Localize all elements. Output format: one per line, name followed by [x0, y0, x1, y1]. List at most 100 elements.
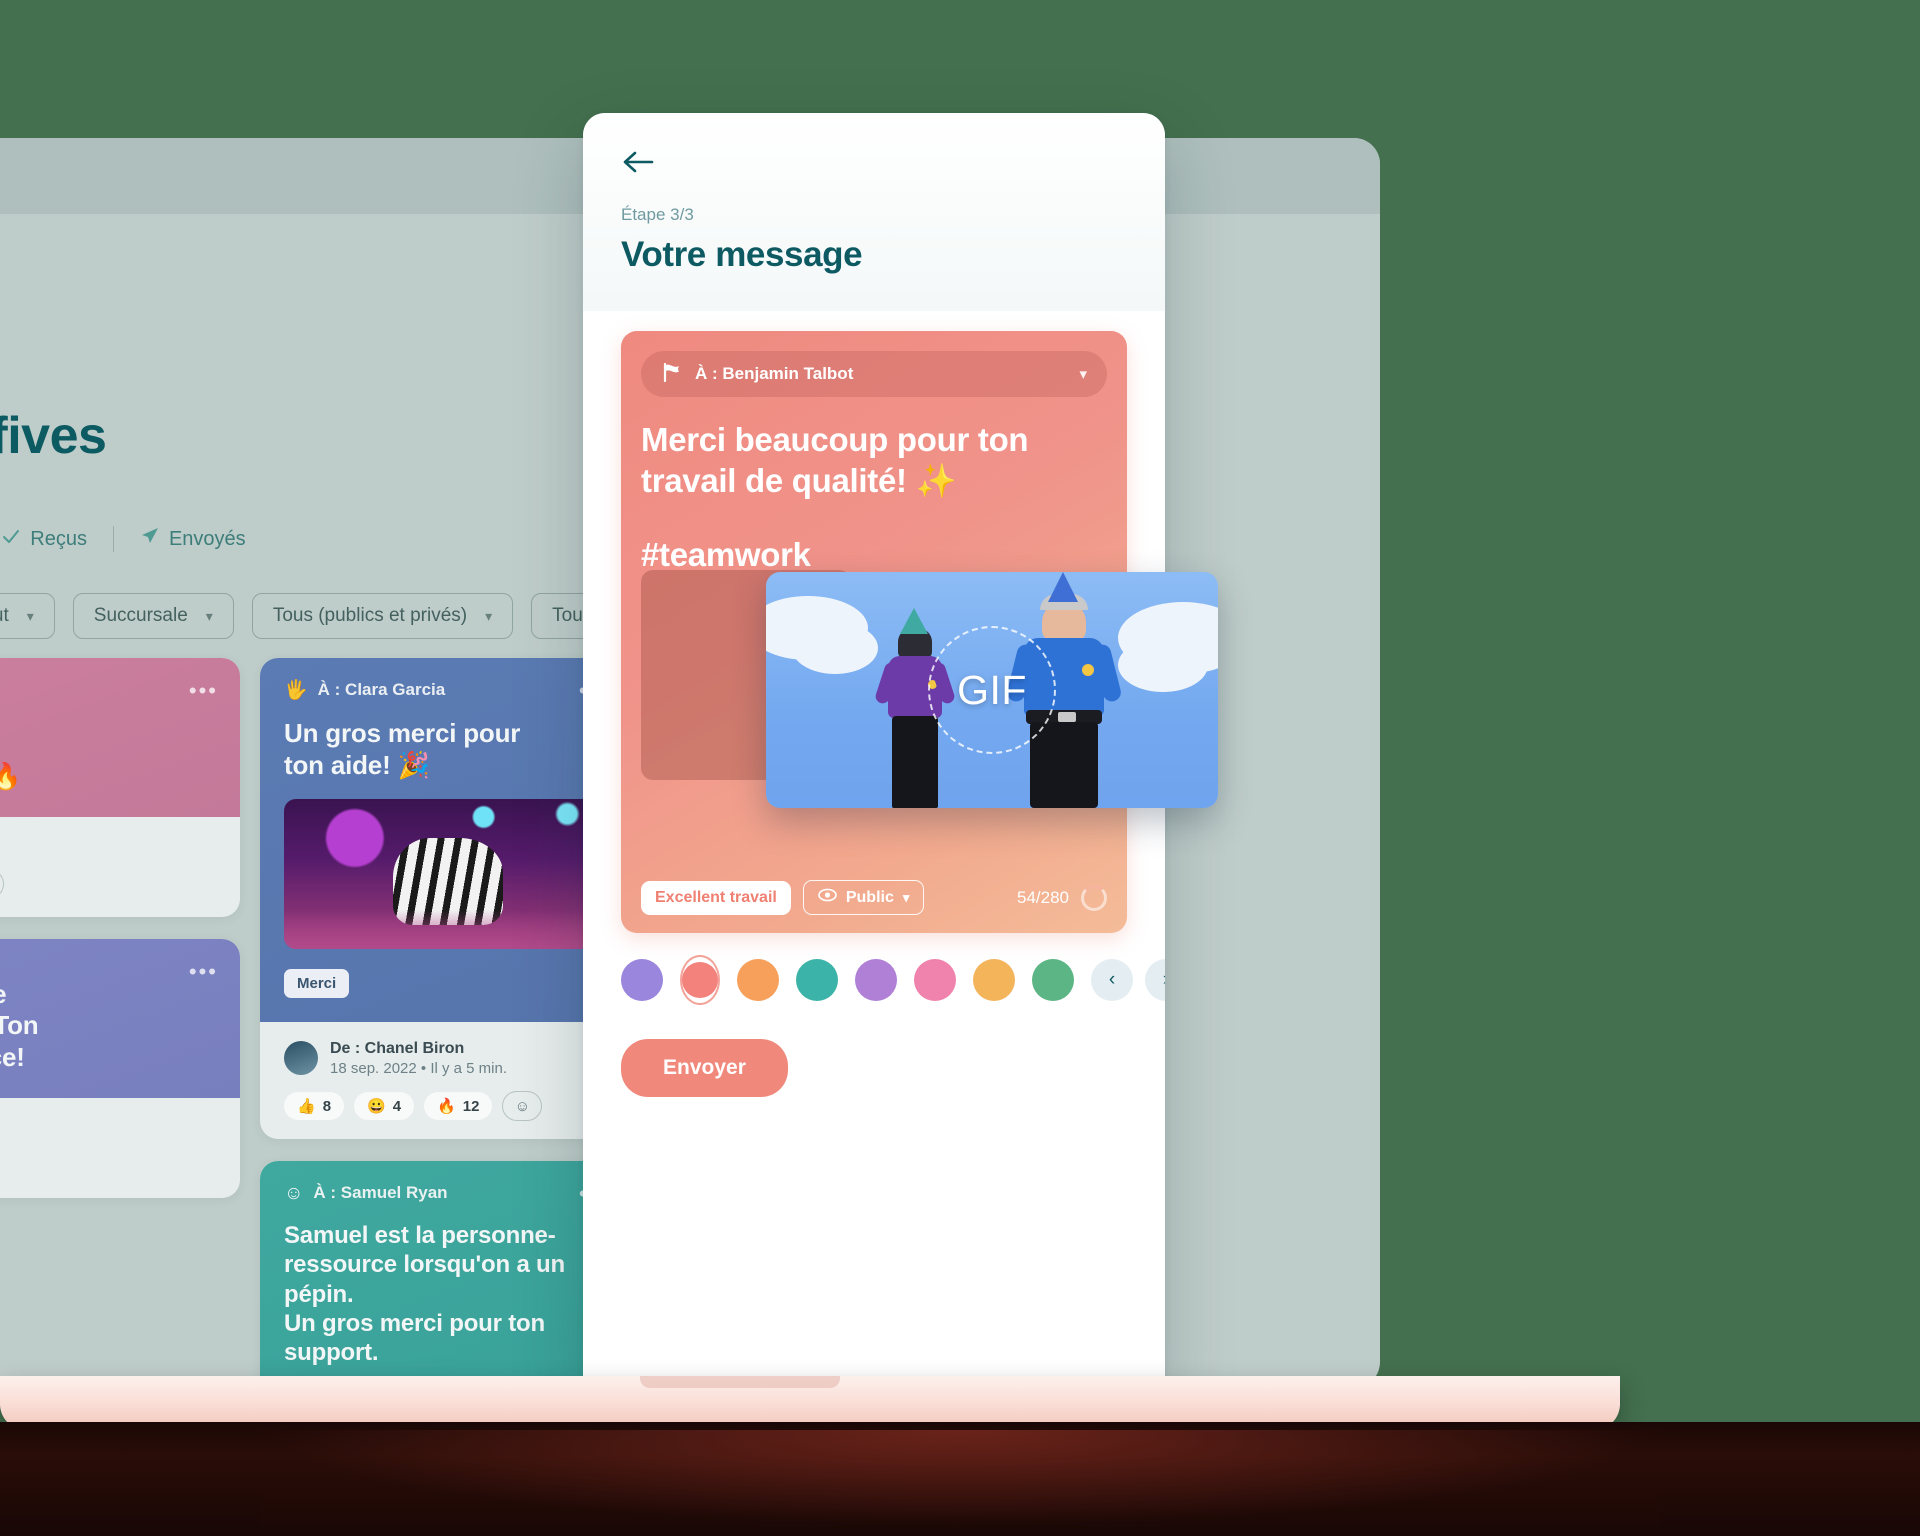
arrow-left-icon[interactable] [621, 145, 655, 179]
reaction-emoji: 👍 [297, 1098, 316, 1116]
list-item[interactable]: ••• service n mois efforts! 🔥 in. • modi… [0, 658, 240, 917]
add-reaction-button[interactable]: ☺ [502, 1091, 543, 1122]
card-message: Un gros merci pour ton aide! 🎉 [284, 718, 521, 780]
status-badge[interactable]: Excellent travail [641, 880, 791, 915]
add-reaction-button[interactable]: ☺ [0, 868, 5, 899]
filter-date-range-label: puis le début [0, 605, 9, 626]
tab-recus[interactable]: Reçus [0, 526, 113, 552]
chevron-left-icon[interactable]: ‹ [1091, 959, 1133, 1001]
more-options-icon[interactable]: ••• [189, 959, 218, 985]
compose-message-text[interactable]: Merci beaucoup pour ton travail de quali… [641, 419, 1107, 502]
color-swatch-row: ‹ › [621, 955, 1165, 1005]
card-author: in. • modifié [0, 833, 216, 855]
list-item[interactable]: ••• se rapide dernier. Ton différence! i… [0, 938, 240, 1198]
card-badge: Merci [284, 969, 350, 999]
chevron-down-icon: ▾ [26, 607, 34, 624]
card-body: ••• 🖐 À : Clara Garcia Un gros merci pou… [260, 658, 630, 1023]
card-footer: De : Chanel Biron 18 sep. 2022 • Il y a … [260, 1022, 630, 1139]
avatar [284, 1040, 318, 1075]
tab-recus-label: Reçus [30, 527, 87, 550]
card-message: service n mois efforts! 🔥 [0, 761, 22, 792]
reaction-chip[interactable]: 😀 4 [354, 1092, 415, 1121]
reaction-emoji: 😀 [367, 1098, 386, 1116]
color-swatch-2[interactable] [737, 959, 779, 1001]
character-counter: 54/280 [1017, 884, 1107, 911]
filter-visibility-label: Tous (publics et privés) [272, 605, 468, 626]
list-item[interactable]: ••• ☺ À : Samuel Ryan Samuel est la pers… [260, 1161, 630, 1388]
page-title: igh fives [0, 407, 107, 465]
visibility-selector[interactable]: Public ▾ [802, 880, 925, 915]
step-indicator: Étape 3/3 [621, 205, 694, 224]
card-message: se rapide dernier. Ton différence! [0, 979, 39, 1073]
paper-plane-icon [140, 526, 160, 552]
compose-footer: Excellent travail Public ▾ 54/280 [641, 880, 1107, 915]
swatch-nav: ‹ › [1091, 959, 1165, 1001]
card-recipient: ☺ À : Samuel Ryan [284, 1183, 606, 1203]
color-swatch-5[interactable] [914, 959, 956, 1001]
gif-label: GIF [957, 666, 1027, 713]
reaction-count: 4 [392, 1097, 402, 1115]
chevron-down-icon: ▾ [902, 889, 910, 905]
card-body: ••• service n mois efforts! 🔥 [0, 658, 240, 818]
reaction-row: ☺ [0, 1150, 216, 1180]
card-recipient-label: À : Clara Garcia [317, 680, 446, 699]
desk-shadow [0, 1422, 1920, 1536]
reaction-count: 12 [462, 1097, 480, 1115]
color-swatch-4[interactable] [855, 959, 897, 1001]
card-author-date: 18 sep. 2022 • Il y a 5 min. [330, 1060, 508, 1078]
board-column: ••• service n mois efforts! 🔥 in. • modi… [0, 658, 240, 1388]
card-image [284, 799, 606, 950]
color-swatch-1-selected[interactable] [680, 955, 720, 1005]
tab-envoyes-label: Envoyés [168, 527, 246, 550]
smiley-icon: ☺ [284, 1182, 304, 1204]
card-author-name: De : Chanel Biron [330, 1040, 465, 1058]
raised-hand-icon: 🖐 [284, 679, 308, 701]
tab-envoyes[interactable]: Envoyés [114, 526, 272, 552]
screenshot-stage: igh fives ous Reçus Envoyés pu [0, 0, 1920, 1536]
modal-title: Votre message [621, 235, 863, 274]
more-options-icon[interactable]: ••• [189, 678, 218, 704]
reaction-row: 👍 8 😀 4 🔥 12 ☺ [284, 1091, 606, 1122]
recipient-label: À : Benjamin Talbot [695, 364, 854, 383]
filter-date-range[interactable]: puis le début ▾ [0, 593, 55, 639]
card-footer: in. ☺ [0, 1098, 240, 1198]
filter-visibility[interactable]: Tous (publics et privés) ▾ [251, 593, 514, 639]
color-swatch-7[interactable] [1032, 959, 1074, 1001]
reaction-count: 8 [322, 1097, 332, 1115]
recipient-selector[interactable]: À : Benjamin Talbot ▾ [641, 351, 1107, 397]
color-swatch-0[interactable] [621, 959, 663, 1001]
list-item[interactable]: ••• 🖐 À : Clara Garcia Un gros merci pou… [260, 658, 630, 1140]
card-recipient-label: À : Samuel Ryan [313, 1183, 448, 1203]
reaction-chip[interactable]: 👍 8 [284, 1092, 345, 1121]
card-body: ••• ☺ À : Samuel Ryan Samuel est la pers… [260, 1161, 630, 1388]
card-footer: in. • modifié 🔥 7 ☺ [0, 817, 240, 917]
card-message: Samuel est la personne- ressource lorsqu… [284, 1222, 565, 1367]
card-body: ••• se rapide dernier. Ton différence! [0, 938, 240, 1098]
send-button[interactable]: Envoyer [621, 1039, 788, 1097]
reaction-emoji: 🔥 [437, 1098, 456, 1116]
progress-ring-icon [1081, 884, 1107, 911]
chevron-down-icon: ▾ [485, 607, 493, 624]
reaction-row: 🔥 7 ☺ [0, 868, 216, 899]
filter-bar: puis le début ▾ Succursale ▾ Tous (publi… [0, 593, 655, 639]
card-recipient: 🖐 À : Clara Garcia [284, 680, 606, 700]
character-counter-text: 54/280 [1017, 887, 1069, 907]
filter-branch[interactable]: Succursale ▾ [72, 593, 234, 639]
chevron-down-icon: ▾ [1079, 366, 1087, 383]
reaction-chip[interactable]: 🔥 12 [424, 1092, 493, 1121]
board-column: ••• 🖐 À : Clara Garcia Un gros merci pou… [260, 658, 630, 1388]
chevron-down-icon: ▾ [205, 607, 213, 624]
filter-branch-label: Succursale [93, 605, 188, 626]
compose-hashtag: #teamwork [641, 535, 811, 573]
flag-icon [661, 362, 683, 387]
color-swatch-3[interactable] [796, 959, 838, 1001]
chevron-right-icon[interactable]: › [1145, 959, 1165, 1001]
visibility-label: Public [845, 888, 894, 906]
color-swatch-6[interactable] [973, 959, 1015, 1001]
card-author: De : Chanel Biron 18 sep. 2022 • Il y a … [284, 1038, 606, 1077]
laptop-notch [640, 1376, 840, 1388]
card-author-date: in. [0, 1114, 216, 1136]
eye-icon [818, 888, 837, 907]
gif-preview[interactable]: GIF [766, 572, 1218, 808]
modal-header: Étape 3/3 Votre message [583, 113, 1165, 311]
